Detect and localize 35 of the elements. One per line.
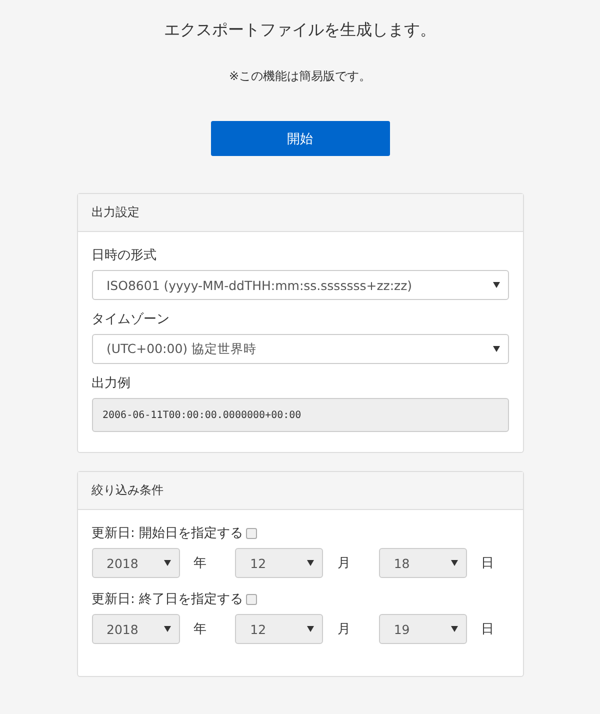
day-dropdown[interactable]: 19 [378, 614, 468, 644]
unit-label: 年 [194, 621, 208, 638]
panel-header: 絞り込み条件 [78, 472, 522, 510]
note-text: ※この機能は簡易版です。 [228, 68, 372, 85]
unit-label: 日 [481, 555, 496, 572]
month-dropdown[interactable]: 12 [235, 548, 324, 578]
caret-icon [492, 346, 500, 352]
field-label: 日時の形式 [92, 247, 158, 264]
caret-icon [307, 560, 314, 566]
field-label: タイムゾーン [92, 311, 170, 328]
unit-label: 年 [194, 555, 208, 572]
field-label: 出力例 [92, 375, 132, 392]
caret-icon [307, 626, 314, 632]
dropdown[interactable]: ISO8601 (yyyy-MM-ddTHH:mm:ss.sssssss+zz:zz) [92, 270, 508, 300]
month-dropdown[interactable]: 12 [235, 614, 324, 644]
checkbox-label: 更新日: 終了日を指定する [92, 591, 244, 608]
checkbox[interactable] [246, 528, 258, 538]
caret-icon [164, 626, 171, 632]
caret-icon [451, 626, 458, 632]
output-example-field: 2006-06-11T00:00:00.0000000+00:00 [92, 398, 508, 432]
unit-label: 月 [337, 555, 352, 572]
dropdown[interactable]: (UTC+00:00) 協定世界時 [92, 334, 508, 364]
page-title: エクスポートファイルを生成します。 [164, 20, 436, 41]
unit-label: 日 [481, 621, 496, 638]
year-dropdown[interactable]: 2018 [92, 614, 180, 644]
year-dropdown[interactable]: 2018 [92, 548, 180, 578]
start-button[interactable]: 開始 [210, 121, 390, 156]
panel-header: 出力設定 [78, 194, 522, 232]
caret-icon [492, 282, 500, 288]
day-dropdown[interactable]: 18 [378, 548, 468, 578]
caret-icon [451, 560, 458, 566]
unit-label: 月 [337, 621, 352, 638]
caret-icon [164, 560, 171, 566]
checkbox[interactable] [246, 594, 258, 604]
checkbox-label: 更新日: 開始日を指定する [92, 525, 244, 542]
